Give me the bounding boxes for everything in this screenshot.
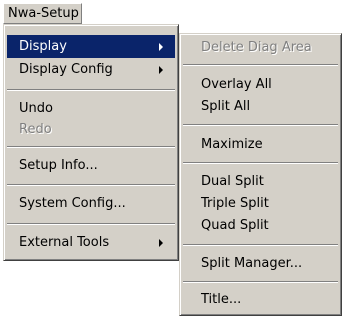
- submenu-arrow-icon: [159, 66, 163, 74]
- menu-separator: [7, 89, 175, 91]
- submenu-item-title[interactable]: Title...: [183, 288, 338, 311]
- menu-separator: [183, 162, 338, 164]
- menu-item-undo[interactable]: Undo: [7, 97, 175, 120]
- menu-separator: [7, 146, 175, 148]
- menu-separator: [183, 64, 338, 66]
- submenu-item-split-all[interactable]: Split All: [183, 95, 338, 118]
- nwa-setup-dropdown-menu: Display Display Config Undo Redo Setup I…: [3, 24, 179, 261]
- menu-title: Nwa-Setup: [8, 6, 79, 21]
- menu-separator: [7, 184, 175, 186]
- submenu-arrow-icon: [159, 43, 163, 51]
- menu-separator: [7, 223, 175, 225]
- submenu-item-quad-split[interactable]: Quad Split: [183, 214, 338, 237]
- submenu-item-dual-split[interactable]: Dual Split: [183, 170, 338, 193]
- nwa-setup-menu-button[interactable]: Nwa-Setup: [3, 3, 82, 24]
- submenu-item-overlay-all[interactable]: Overlay All: [183, 73, 338, 96]
- menu-separator: [183, 281, 338, 283]
- menu-item-setup-info[interactable]: Setup Info...: [7, 154, 175, 177]
- menu-separator: [183, 244, 338, 246]
- menu-item-redo: Redo: [19, 122, 52, 137]
- submenu-item-split-manager[interactable]: Split Manager...: [183, 252, 338, 275]
- menu-item-external-tools[interactable]: External Tools: [7, 231, 175, 254]
- menu-item-display[interactable]: Display: [7, 35, 175, 58]
- submenu-item-triple-split[interactable]: Triple Split: [183, 192, 338, 215]
- submenu-arrow-icon: [159, 239, 163, 247]
- menu-item-system-config[interactable]: System Config...: [7, 192, 175, 215]
- display-submenu: Delete Diag Area Overlay All Split All M…: [179, 33, 342, 316]
- menu-item-display-config[interactable]: Display Config: [7, 58, 175, 81]
- submenu-item-maximize[interactable]: Maximize: [183, 133, 338, 156]
- menu-separator: [183, 124, 338, 126]
- submenu-item-delete-diag-area: Delete Diag Area: [201, 40, 312, 55]
